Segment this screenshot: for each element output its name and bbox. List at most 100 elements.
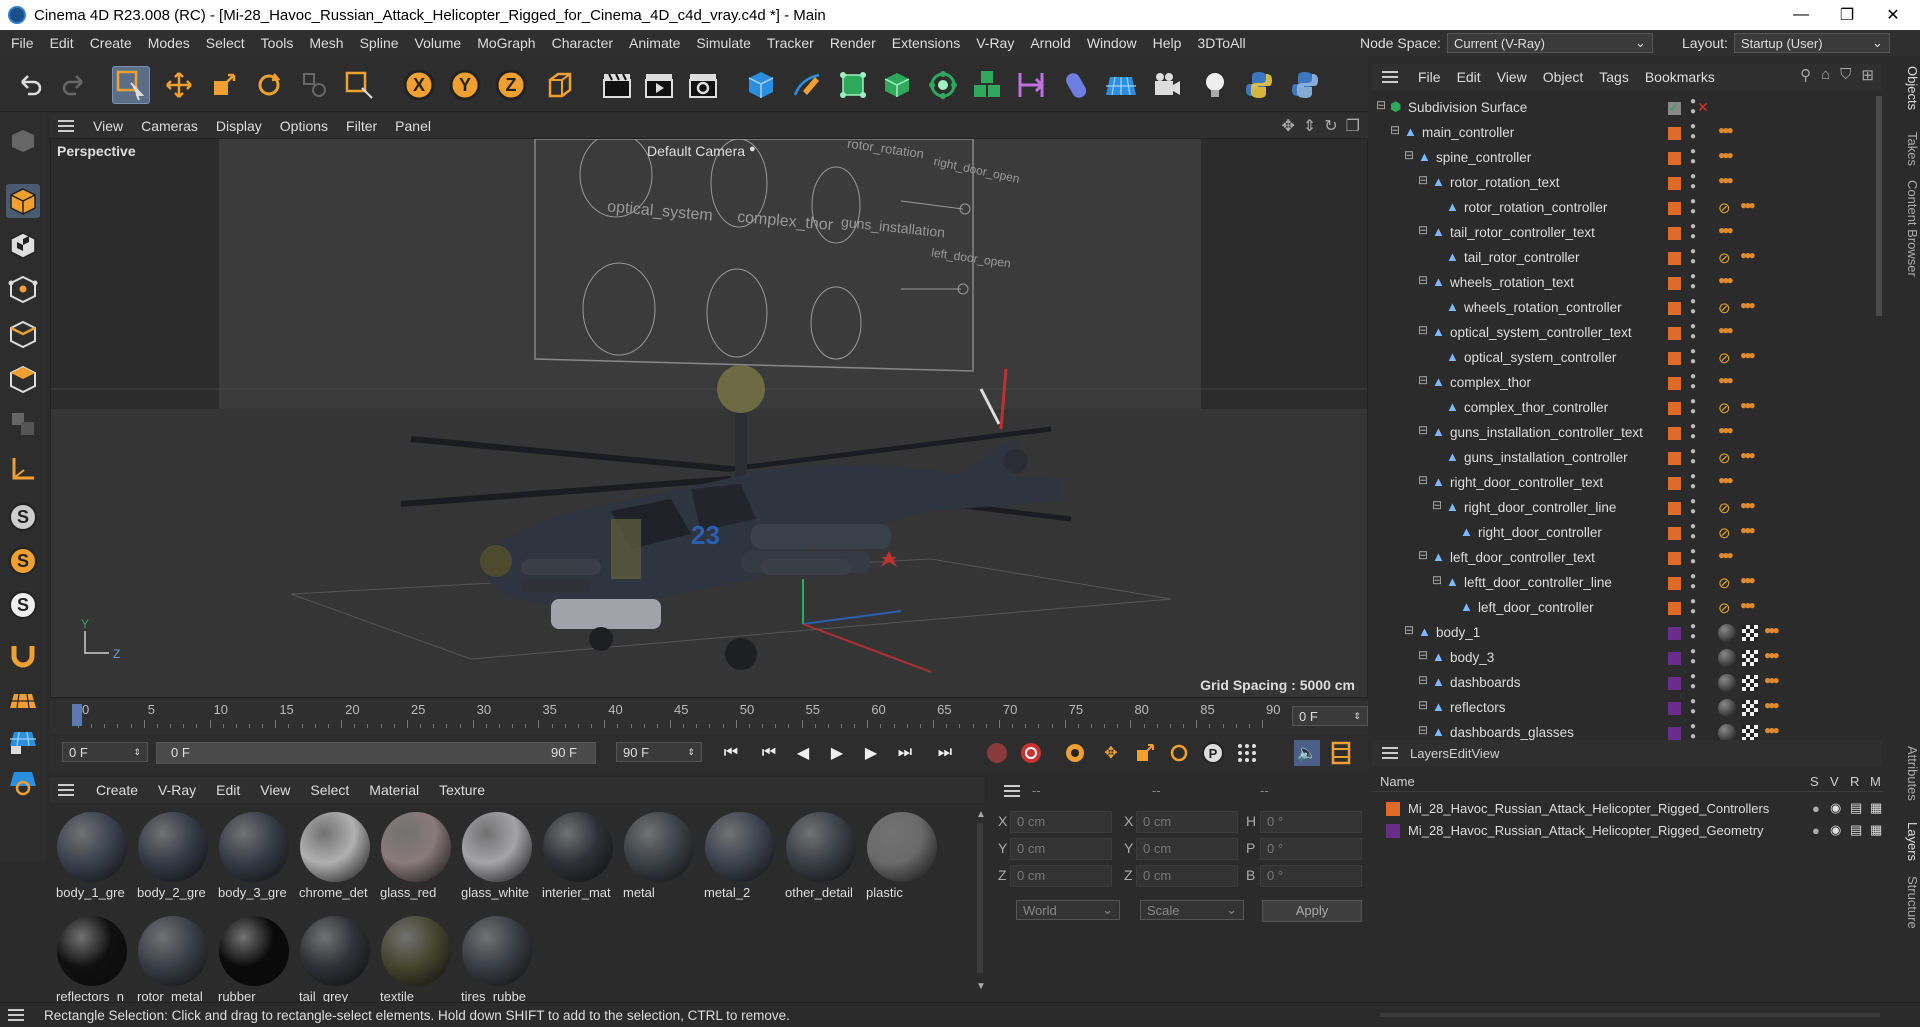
constraint-tag-icon[interactable]: ●●● xyxy=(1764,648,1780,662)
object-row[interactable]: ⊟ ▲ right_door_controller_text ● ● ●●● xyxy=(1372,471,1882,496)
object-row[interactable]: ⊟ ▲ leftt_door_controller_line ● ● ⊘ ●●● xyxy=(1372,571,1882,596)
new-window-icon[interactable]: ⊞ xyxy=(1861,66,1874,84)
object-row[interactable]: ⊟ ▲ rotor_rotation_text ● ● ●●● xyxy=(1372,171,1882,196)
visibility-dots-icon[interactable]: ● ● xyxy=(1690,172,1696,192)
material-rotor-metal[interactable]: rotor_metal xyxy=(135,913,211,1011)
menu-mesh[interactable]: Mesh xyxy=(301,35,351,51)
z-axis-button[interactable]: Z xyxy=(492,66,530,104)
constraint-tag-icon[interactable]: ●●● xyxy=(1740,523,1756,537)
protection-tag-icon[interactable]: ⊘ xyxy=(1718,599,1731,617)
material-body-2-gre[interactable]: body_2_gre xyxy=(135,809,211,907)
texture-mode-button[interactable] xyxy=(6,228,40,262)
viewport-menu-cameras[interactable]: Cameras xyxy=(132,118,207,134)
visibility-dots-icon[interactable]: ● ● xyxy=(1690,647,1696,667)
camera-button[interactable] xyxy=(1148,66,1186,104)
model-mode-button[interactable] xyxy=(6,184,40,218)
expand-icon[interactable]: ⊟ xyxy=(1418,473,1428,487)
visibility-dots-icon[interactable]: ● ● xyxy=(1690,522,1696,542)
constraint-tag-icon[interactable]: ●●● xyxy=(1740,598,1756,612)
constraint-tag-icon[interactable]: ●●● xyxy=(1718,373,1734,387)
lock-workplane-button[interactable] xyxy=(6,724,40,758)
points-mode-button[interactable] xyxy=(6,272,40,306)
coordinate-system-button[interactable] xyxy=(540,66,578,104)
menu-file[interactable]: File xyxy=(3,35,42,51)
deformer-button[interactable] xyxy=(1012,66,1050,104)
protection-tag-icon[interactable]: ⊘ xyxy=(1718,199,1731,217)
layer-color-swatch[interactable] xyxy=(1668,227,1681,240)
object-row[interactable]: ▲ complex_thor_controller ● ● ⊘ ●●● xyxy=(1372,396,1882,421)
material-glass-white[interactable]: glass_white xyxy=(459,809,535,907)
material-interier-mat[interactable]: interier_mat xyxy=(540,809,616,907)
texture-tag-checker-icon[interactable] xyxy=(1742,725,1758,741)
object-menu-file[interactable]: File xyxy=(1410,69,1449,85)
hamburger-icon[interactable] xyxy=(58,120,74,132)
menu-modes[interactable]: Modes xyxy=(140,35,198,51)
viewport-menu-display[interactable]: Display xyxy=(207,118,271,134)
horizontal-scrollbar[interactable] xyxy=(1380,1013,1880,1017)
layer-color-swatch[interactable] xyxy=(1668,427,1681,440)
eye-icon[interactable]: ◉ xyxy=(1830,800,1841,816)
menu-extensions[interactable]: Extensions xyxy=(884,35,968,51)
material-tag-icon[interactable] xyxy=(1718,674,1736,692)
object-row[interactable]: ⊟ ▲ complex_thor ● ● ●●● xyxy=(1372,371,1882,396)
material-metal-2[interactable]: metal_2 xyxy=(702,809,778,907)
expand-icon[interactable]: ⊟ xyxy=(1418,223,1428,237)
layer-menu-edit[interactable]: Edit xyxy=(1449,746,1471,761)
material-menu-material[interactable]: Material xyxy=(359,782,429,798)
floor-button[interactable] xyxy=(1102,66,1140,104)
frame-range-slider[interactable]: 0 F 90 F xyxy=(156,742,596,764)
visibility-dots-icon[interactable]: ● ● xyxy=(1690,122,1696,142)
timeline-ruler[interactable]: 0 5 10 15 20 25 30 35 40 45 50 55 60 65 70 75 80 85 90 0 F… xyxy=(50,700,1368,734)
visibility-dots-icon[interactable]: ● ● xyxy=(1690,322,1696,342)
render-view-button[interactable] xyxy=(598,66,636,104)
layer-row[interactable]: Mi_28_Havoc_Russian_Attack_Helicopter_Ri… xyxy=(1372,798,1882,820)
keyframe-selection-button[interactable] xyxy=(1062,740,1088,766)
visibility-dots-icon[interactable]: ● ● xyxy=(1690,472,1696,492)
object-menu-tags[interactable]: Tags xyxy=(1591,69,1637,85)
layer-color-swatch[interactable] xyxy=(1668,177,1681,190)
sound-button[interactable]: 🔈 xyxy=(1294,740,1320,766)
polygons-mode-button[interactable] xyxy=(6,362,40,396)
coord-field-x-size[interactable]: 0 cm xyxy=(1136,811,1238,833)
coord-field-h-rotation[interactable]: 0 ° xyxy=(1260,811,1362,833)
object-menu-view[interactable]: View xyxy=(1489,69,1535,85)
search-icon[interactable]: ⚲ xyxy=(1800,66,1811,84)
constraint-tag-icon[interactable]: ●●● xyxy=(1718,148,1734,162)
edges-mode-button[interactable] xyxy=(6,317,40,351)
menu-select[interactable]: Select xyxy=(198,35,253,51)
autokey-button[interactable] xyxy=(1018,740,1044,766)
start-frame-field[interactable]: 0 F ⇕ xyxy=(62,742,148,762)
record-rotation-button[interactable] xyxy=(1166,740,1192,766)
protection-tag-icon[interactable]: ⊘ xyxy=(1718,574,1731,592)
layer-color-swatch[interactable] xyxy=(1668,452,1681,465)
next-key-button[interactable]: ⏭ xyxy=(892,740,918,766)
visibility-dots-icon[interactable]: ● ● xyxy=(1690,147,1696,167)
constraint-tag-icon[interactable]: ●●● xyxy=(1740,348,1756,362)
python-generator-button[interactable] xyxy=(1286,66,1324,104)
material-tag-icon[interactable] xyxy=(1718,624,1736,642)
close-button[interactable]: ✕ xyxy=(1870,0,1916,30)
menu-edit[interactable]: Edit xyxy=(42,35,82,51)
constraint-tag-icon[interactable]: ●●● xyxy=(1718,123,1734,137)
tab-attributes[interactable]: Attributes xyxy=(1886,746,1920,801)
layout-dropdown[interactable]: Startup (User) ⌄ xyxy=(1733,33,1890,53)
solo-dot-icon[interactable]: ● xyxy=(1812,801,1820,816)
material-menu-select[interactable]: Select xyxy=(300,782,359,798)
layer-color-swatch[interactable] xyxy=(1668,552,1681,565)
viewport-menu-filter[interactable]: Filter xyxy=(337,118,386,134)
menu-help[interactable]: Help xyxy=(1145,35,1190,51)
dolly-view-icon[interactable]: ⇕ xyxy=(1303,116,1316,136)
expand-icon[interactable]: ⊟ xyxy=(1418,323,1428,337)
expand-icon[interactable]: ⊟ xyxy=(1418,673,1428,687)
material-reflectors-n[interactable]: reflectors_n xyxy=(54,913,130,1011)
object-row[interactable]: ⊟ ▲ guns_installation_controller_text ● ● ●●… xyxy=(1372,421,1882,446)
scroll-down-icon[interactable]: ▼ xyxy=(976,981,986,992)
rectangle-selection-button[interactable] xyxy=(112,66,150,104)
coord-field-z-size[interactable]: 0 cm xyxy=(1136,865,1238,887)
layer-color-swatch[interactable] xyxy=(1668,202,1681,215)
expand-icon[interactable]: ⊟ xyxy=(1432,498,1442,512)
render-clapboard-icon[interactable]: ▤ xyxy=(1850,800,1862,816)
visibility-dots-icon[interactable]: ● ● xyxy=(1690,622,1696,642)
maximize-button[interactable]: ❐ xyxy=(1824,0,1870,30)
visibility-dots-icon[interactable]: ● ● xyxy=(1690,422,1696,442)
